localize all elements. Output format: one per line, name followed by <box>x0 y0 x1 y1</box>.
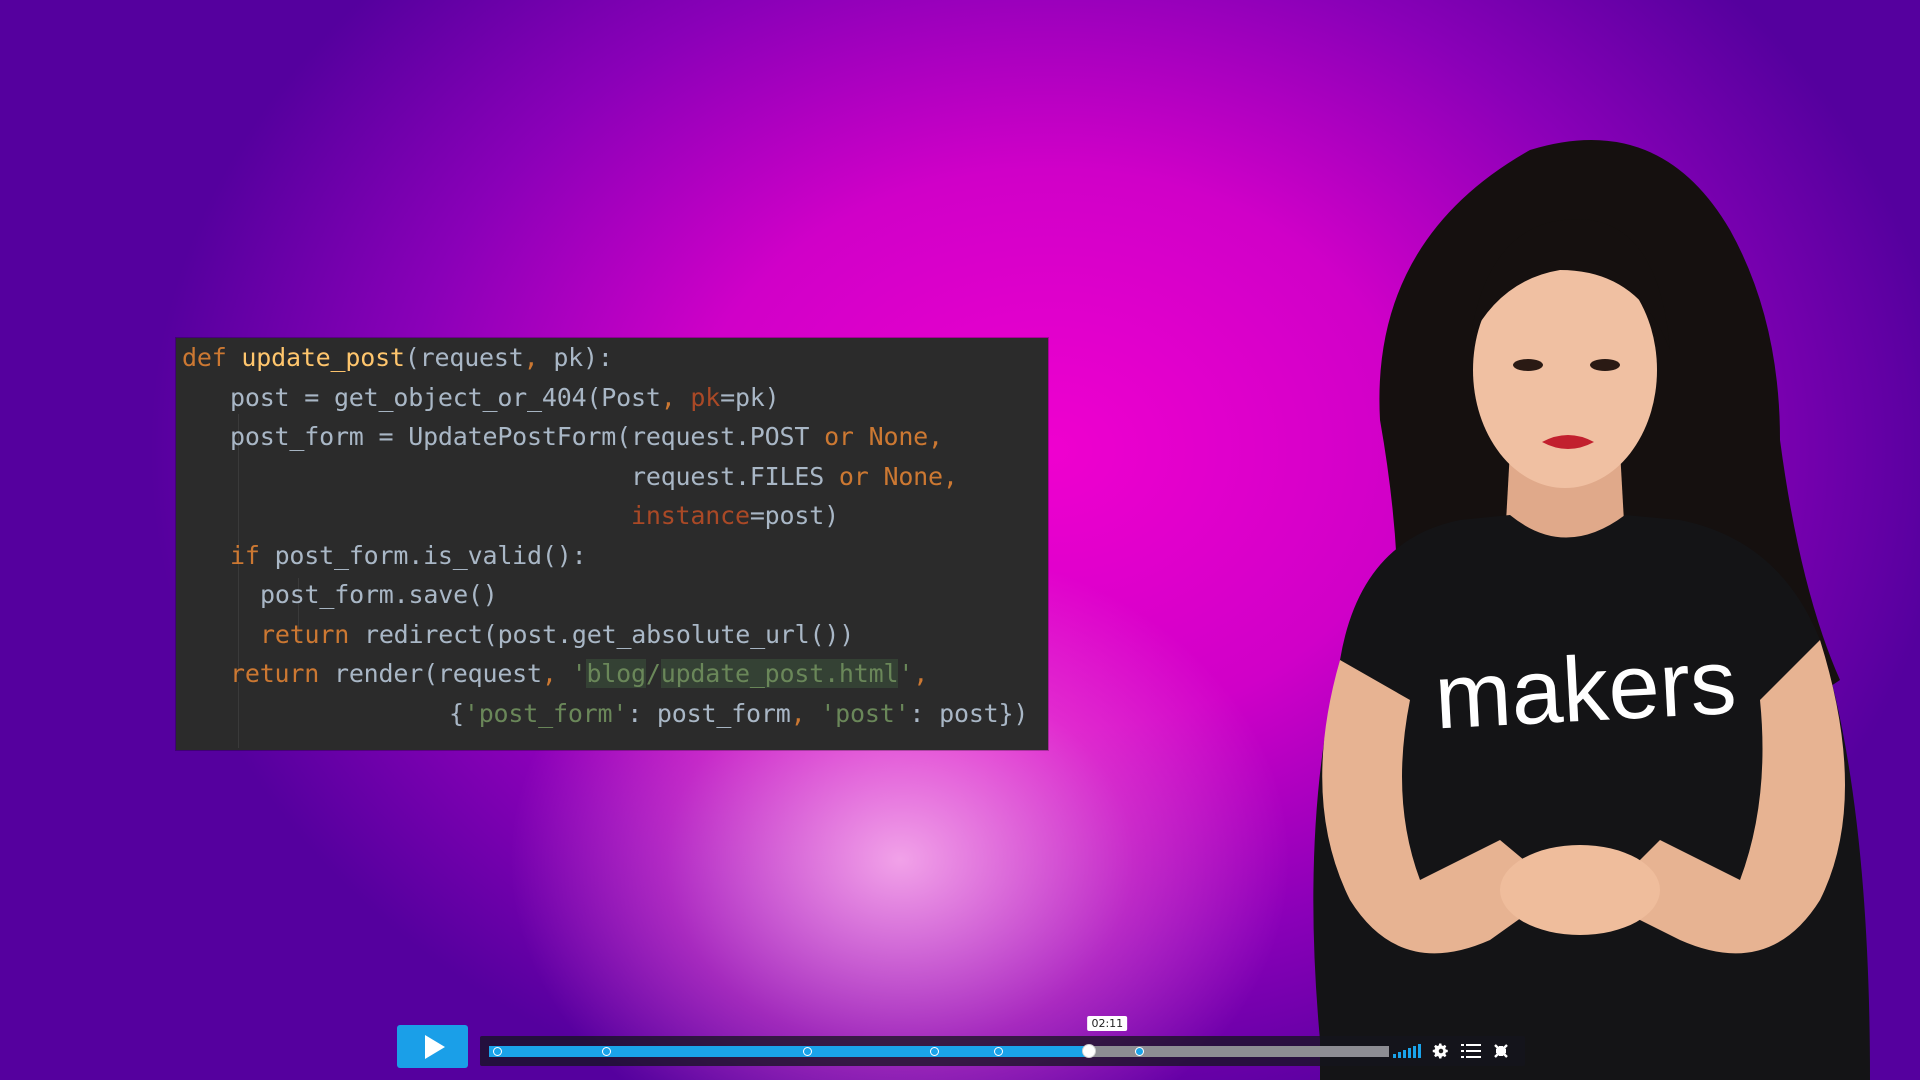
code-token: 'post' <box>820 698 910 728</box>
code-token: { <box>449 698 464 728</box>
code-token: post_form.save() <box>260 580 498 609</box>
code-token: def <box>182 343 227 372</box>
video-frame[interactable]: def update_post(request, pk): post = get_… <box>0 0 1920 1080</box>
current-time-tooltip: 02:11 <box>1087 1016 1128 1031</box>
chapter-marker[interactable] <box>929 1047 939 1056</box>
code-line: {'post_form': post_form, 'post': post}) <box>449 695 1028 733</box>
chapters-list-icon[interactable] <box>1461 1041 1481 1061</box>
player-icon-group <box>1393 1041 1511 1061</box>
code-token: or None, <box>824 422 943 451</box>
code-snippet-panel: def update_post(request, pk): post = get_… <box>176 338 1048 750</box>
shirt-logo: makers <box>1432 631 1739 749</box>
code-token: blog <box>586 659 646 688</box>
code-line: return render(request, 'blog/update_post… <box>230 655 928 693</box>
code-token: 'post_form' <box>463 698 628 728</box>
code-token: : post}) <box>909 698 1029 728</box>
play-button[interactable] <box>397 1025 468 1068</box>
code-token: post_form = UpdatePostForm(request.POST <box>230 422 825 451</box>
play-icon <box>424 1034 445 1059</box>
code-token: instance <box>631 501 750 530</box>
code-token: (request <box>404 343 524 372</box>
code-line: def update_post(request, pk): <box>182 339 613 377</box>
code-line: post = get_object_or_404(Post, pk=pk) <box>230 379 780 417</box>
code-token: ' <box>571 659 587 688</box>
settings-gear-icon[interactable] <box>1431 1041 1451 1061</box>
code-token: , <box>660 382 691 412</box>
code-token: return <box>230 659 334 688</box>
presenter-figure: makers <box>1313 140 1870 1080</box>
code-token: if <box>230 540 275 570</box>
code-token: , <box>790 698 821 728</box>
code-token: pk <box>690 382 721 412</box>
presenter-hands <box>1500 845 1660 935</box>
code-token: post_form.is_valid(): <box>274 540 587 570</box>
chapter-marker[interactable] <box>601 1047 611 1056</box>
code-token: request.FILES <box>631 461 839 491</box>
code-token: update_post.html <box>660 659 899 688</box>
code-token: or None, <box>838 461 958 491</box>
code-line: instance=post) <box>631 497 839 535</box>
code-token: / <box>645 659 661 688</box>
code-token: : post_form <box>627 698 791 728</box>
volume-icon[interactable] <box>1393 1044 1421 1058</box>
code-line: return redirect(post.get_absolute_url()) <box>260 616 854 654</box>
code-token: post = get_object_or_404(Post <box>230 382 661 412</box>
code-token: update_post <box>241 343 405 372</box>
code-line: request.FILES or None, <box>631 458 958 496</box>
code-token: , <box>541 659 572 688</box>
code-line: if post_form.is_valid(): <box>230 537 587 575</box>
playhead[interactable] <box>1082 1044 1097 1058</box>
fullscreen-exit-icon[interactable] <box>1491 1041 1511 1061</box>
code-token: , <box>913 659 929 688</box>
code-token: =pk) <box>720 382 780 412</box>
code-token: redirect(post.get_absolute_url()) <box>363 619 855 649</box>
chapter-marker[interactable] <box>802 1047 812 1056</box>
progress-bar[interactable]: 02:11 <box>489 1016 1389 1058</box>
code-token: render(request <box>333 659 542 688</box>
chapter-marker[interactable] <box>493 1047 502 1056</box>
player-control-bar: 02:11 <box>480 1016 1525 1066</box>
code-line: post_form.save() <box>260 576 498 614</box>
chapter-marker[interactable] <box>1134 1047 1144 1056</box>
code-token: return <box>260 619 364 649</box>
code-token: ' <box>898 659 914 688</box>
code-token: pk): <box>553 343 613 372</box>
code-token: =post) <box>749 501 839 530</box>
code-token: , <box>523 343 554 372</box>
code-line: post_form = UpdatePostForm(request.POST … <box>230 418 943 456</box>
